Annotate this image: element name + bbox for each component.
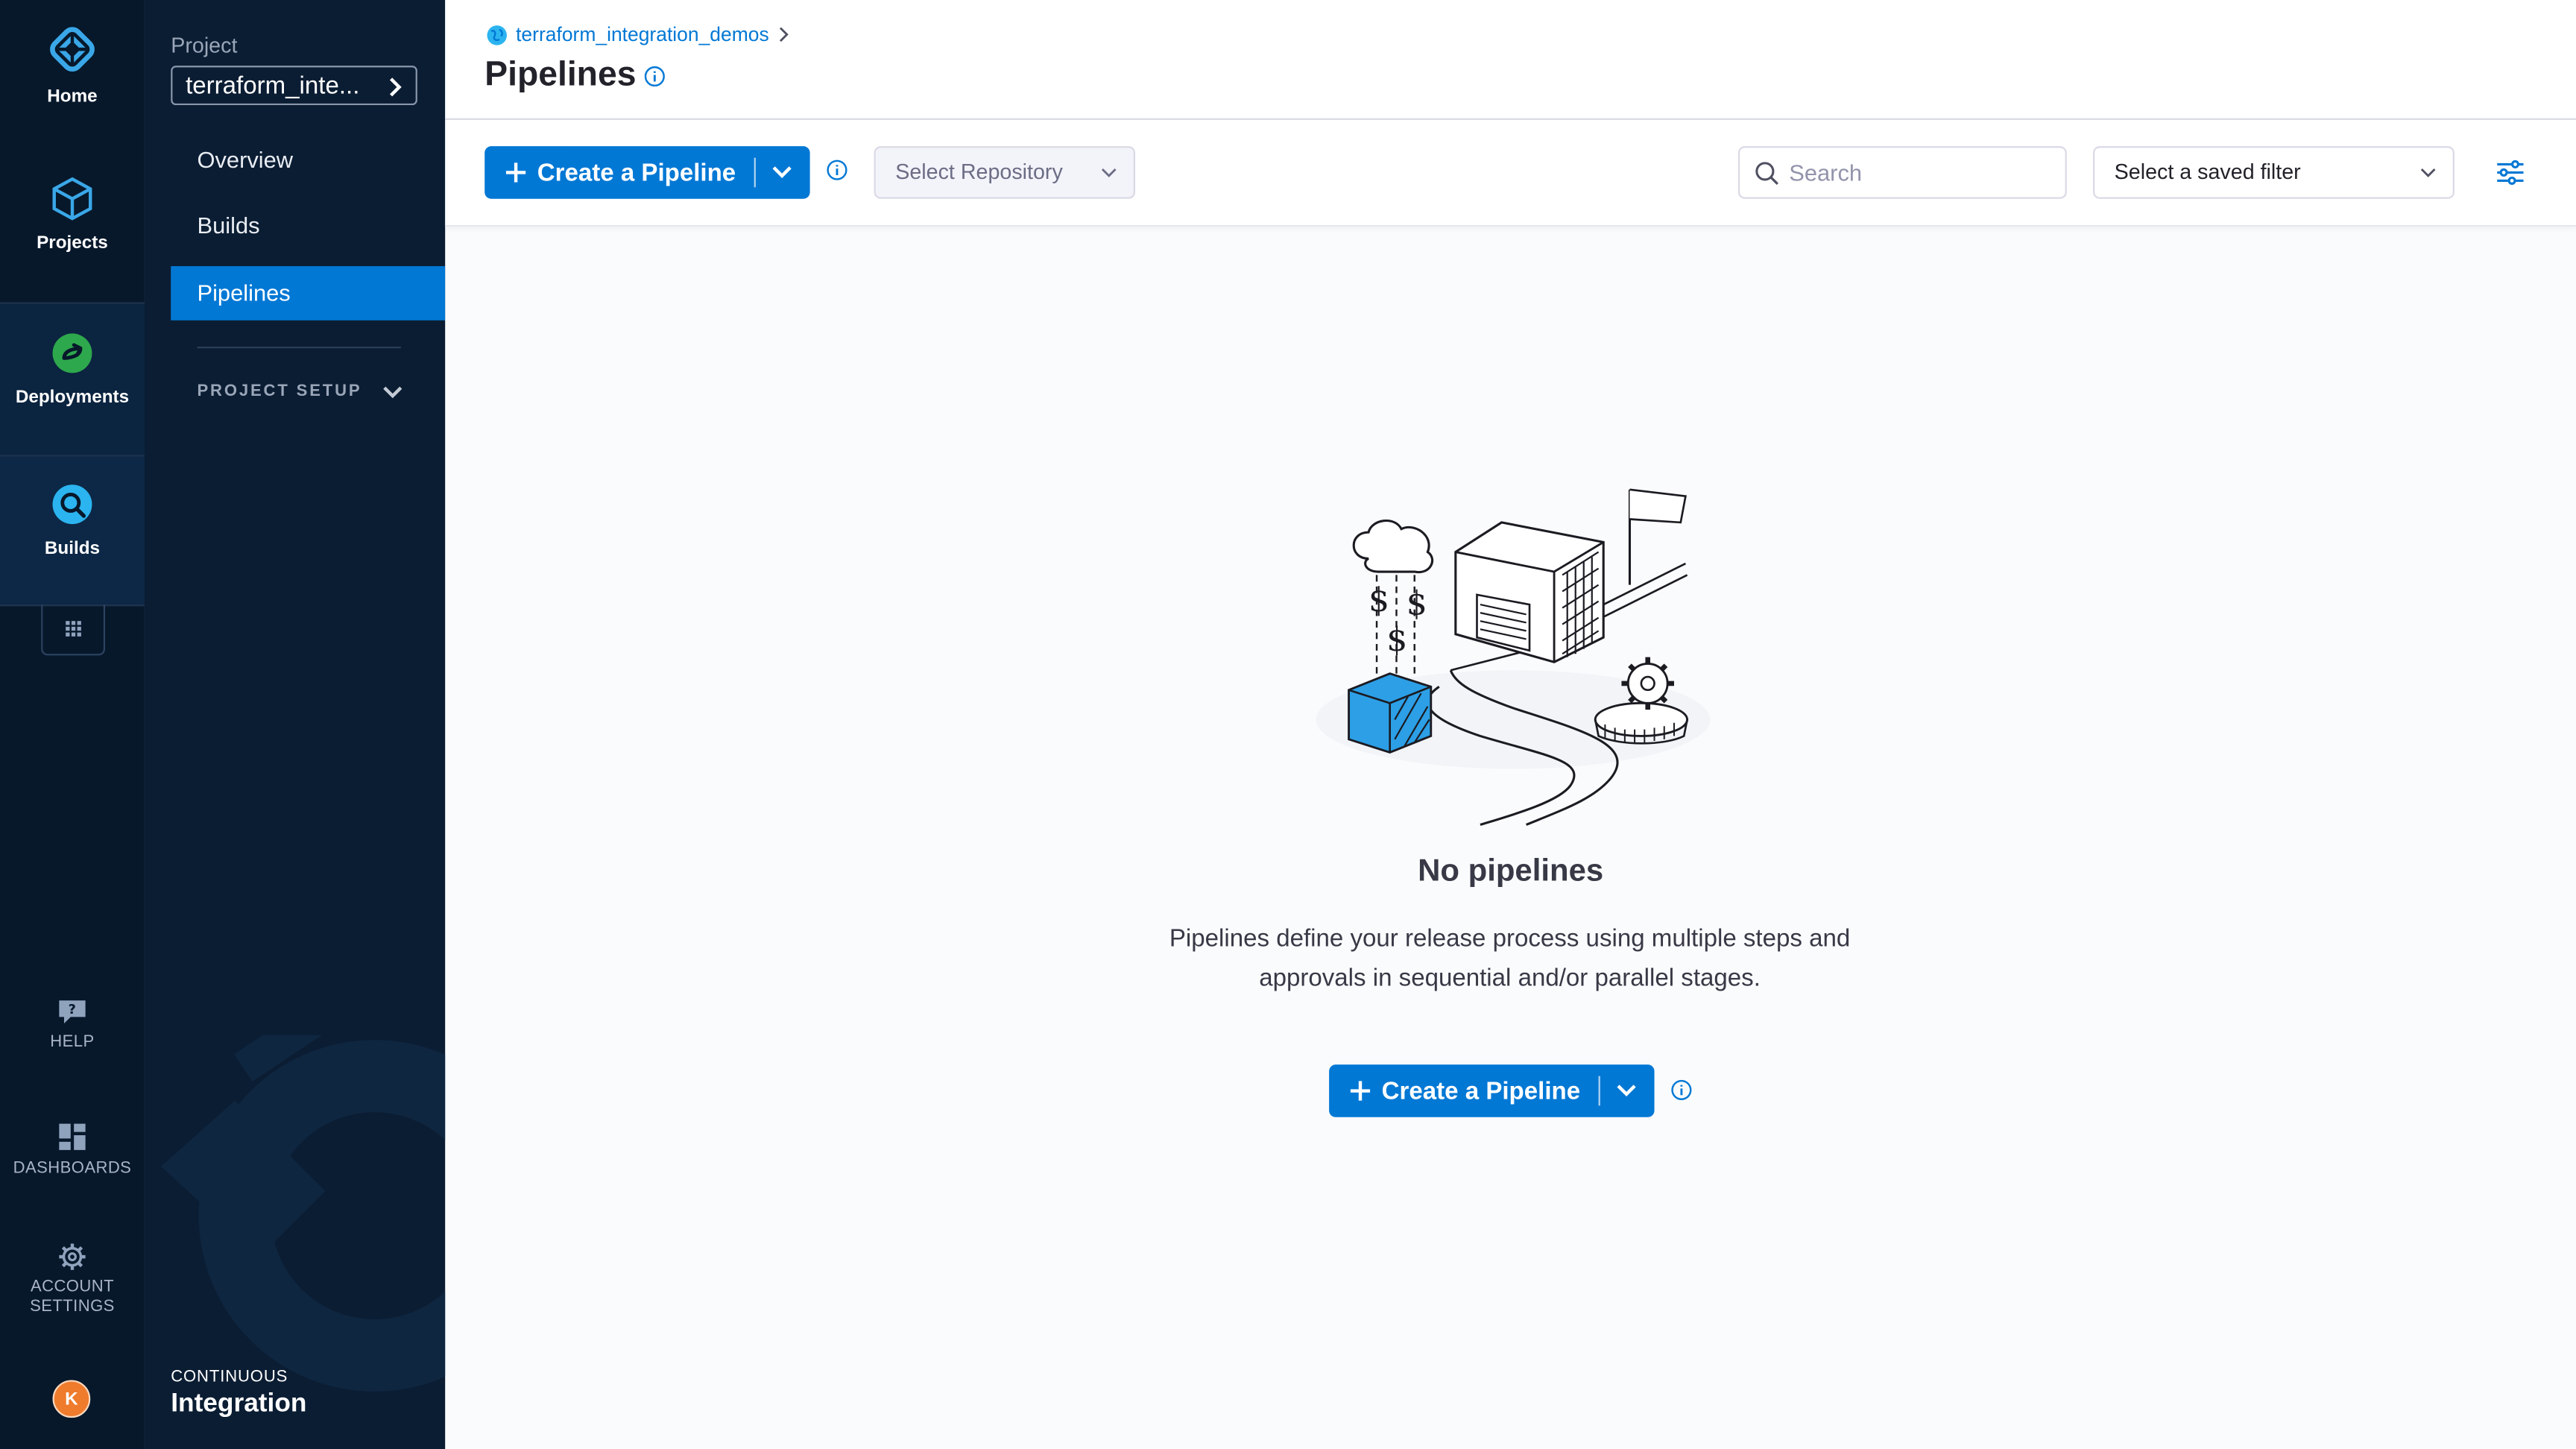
dashboards-icon [59,1123,86,1150]
create-pipeline-split-button: Create a Pipeline [484,146,810,199]
saved-filter-label: Select a saved filter [2114,159,2301,184]
project-globe-icon [487,25,507,45]
project-sidebar: Project terraform_inte... Overview Build… [144,0,446,1449]
nav-account-label-1: ACCOUNT [30,1278,115,1297]
nav-projects[interactable]: Projects [0,176,145,253]
builds-icon [52,484,92,525]
nav-help-label: HELP [50,1033,95,1052]
plus-icon [1350,1081,1371,1101]
search-box [1737,146,2067,199]
empty-create-pipeline-dropdown[interactable] [1600,1064,1655,1117]
chevron-right-icon [780,27,789,42]
nav-home[interactable]: Home [0,23,145,107]
page-header: terraform_integration_demos Pipelines [445,0,2576,120]
nav-dashboards[interactable]: DASHBOARDS [0,1122,145,1179]
search-icon [1755,162,1779,186]
watermark-logo-icon [161,1035,446,1392]
info-icon[interactable] [827,160,848,181]
svg-text:$: $ [1368,581,1389,619]
project-label: Project [171,33,238,58]
nav-account-label-2: SETTINGS [30,1298,115,1316]
chevron-down-icon [2420,148,2437,215]
nav-home-label: Home [47,86,98,107]
project-selector[interactable]: terraform_inte... [171,66,417,106]
create-pipeline-dropdown[interactable] [756,146,810,199]
nav-dashboards-label: DASHBOARDS [13,1160,132,1178]
sidebar-item-builds[interactable]: Builds [171,199,445,253]
module-rail: Home Projects Deployments Builds ? HELP … [0,0,145,1449]
user-avatar[interactable]: K [52,1380,91,1418]
chevron-down-icon[interactable] [383,385,402,401]
svg-text:?: ? [69,1003,77,1017]
search-input[interactable] [1789,157,2052,188]
harness-logo-icon [50,27,95,72]
main-content: terraform_integration_demos Pipelines Cr… [445,0,2576,1449]
saved-filter-select[interactable]: Select a saved filter [2093,146,2455,199]
module-subtitle: CONTINUOUS [171,1368,288,1387]
page-title: Pipelines [484,56,666,95]
empty-state-description-line-1: Pipelines define your release process us… [1169,924,1851,953]
project-setup-toggle[interactable]: PROJECT SETUP [197,383,362,401]
sidebar-item-pipelines[interactable]: Pipelines [171,266,446,321]
nav-account-settings[interactable]: ACCOUNT SETTINGS [0,1242,145,1317]
empty-state-description: Pipelines define your release process us… [1140,920,1880,999]
chevron-right-icon [386,67,402,120]
empty-create-pipeline-split-button: Create a Pipeline [1329,1064,1655,1117]
create-pipeline-button[interactable]: Create a Pipeline [484,146,754,199]
chevron-down-icon [773,166,792,178]
create-pipeline-label: Create a Pipeline [537,158,736,187]
empty-create-pipeline-label: Create a Pipeline [1381,1076,1581,1105]
gear-icon [59,1243,86,1270]
chevron-down-icon [1617,1085,1637,1097]
svg-text:$: $ [1386,621,1407,659]
empty-state-description-line-2: approvals in sequential and/or parallel … [1259,964,1761,993]
grid-icon [66,621,81,637]
nav-projects-label: Projects [37,233,108,253]
all-modules-button[interactable] [41,604,106,656]
filter-settings-icon[interactable] [2496,160,2525,186]
toolbar: Create a Pipeline Select Repository Sear… [445,119,2576,227]
nav-builds-label: Builds [44,538,101,559]
nav-help[interactable]: ? HELP [0,996,145,1053]
nav-builds[interactable]: Builds [0,482,145,559]
empty-pipelines-illustration: $ $ $ [1316,488,1711,826]
empty-create-pipeline-button[interactable]: Create a Pipeline [1329,1064,1598,1117]
sidebar-divider [197,347,401,349]
repository-select[interactable]: Select Repository [874,146,1136,199]
breadcrumb: terraform_integration_demos [486,23,790,46]
chevron-down-icon [1101,148,1117,215]
project-setup-label: PROJECT SETUP [197,382,362,401]
project-name: terraform_inte... [186,72,360,101]
page-title-text: Pipelines [484,55,637,94]
nav-deployments-label: Deployments [15,388,130,408]
empty-state-title: No pipelines [1418,854,1604,889]
cube-icon [52,177,92,221]
info-icon[interactable] [644,65,666,86]
module-title: Integration [171,1389,307,1418]
svg-text:$: $ [1407,584,1427,622]
nav-deployments[interactable]: Deployments [0,330,145,408]
app-window: Home Projects Deployments Builds ? HELP … [0,0,2576,1449]
plus-icon [505,162,526,183]
deployments-icon [52,333,92,373]
breadcrumb-project-link[interactable]: terraform_integration_demos [516,23,769,46]
info-icon[interactable] [1671,1079,1693,1101]
repository-select-placeholder: Select Repository [895,159,1063,184]
sidebar-item-overview[interactable]: Overview [171,133,445,188]
help-icon: ? [59,1000,86,1024]
